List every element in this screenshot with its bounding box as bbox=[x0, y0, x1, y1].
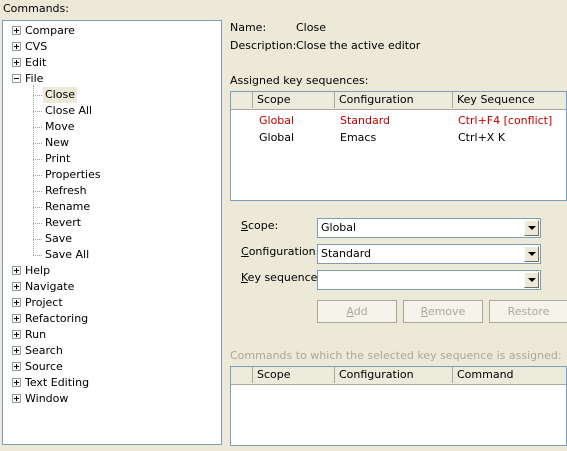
column-key-sequence[interactable]: Key Sequence bbox=[453, 92, 566, 108]
assigned-key-sequences-label: Assigned key sequences: bbox=[230, 74, 369, 87]
cell-scope: Global bbox=[259, 131, 295, 144]
chevron-down-icon[interactable] bbox=[524, 272, 539, 288]
tree-item-help[interactable]: Help bbox=[3, 263, 213, 279]
expand-icon[interactable] bbox=[12, 42, 21, 51]
configuration-dropdown[interactable]: Standard bbox=[317, 244, 541, 264]
commands-assigned-label: Commands to which the selected key seque… bbox=[230, 349, 562, 362]
tree-item-refactoring[interactable]: Refactoring bbox=[3, 311, 213, 327]
tree-item-source[interactable]: Source bbox=[3, 359, 213, 375]
expand-icon[interactable] bbox=[12, 346, 21, 355]
tree-item-run[interactable]: Run bbox=[3, 327, 213, 343]
tree-item-search[interactable]: Search bbox=[3, 343, 213, 359]
column-scope[interactable]: Scope bbox=[253, 367, 335, 383]
cell-configuration: Standard bbox=[340, 114, 391, 127]
tree-connector bbox=[33, 95, 42, 96]
add-button[interactable]: Add bbox=[317, 300, 397, 323]
tree-connector bbox=[33, 207, 42, 208]
scope-dropdown[interactable]: Global bbox=[317, 218, 541, 238]
cell-key-sequence: Ctrl+F4 [conflict] bbox=[458, 114, 553, 127]
cell-scope: Global bbox=[259, 114, 295, 127]
column-scope[interactable]: Scope bbox=[253, 92, 335, 108]
configuration-value: Standard bbox=[321, 247, 372, 260]
expand-icon[interactable] bbox=[12, 26, 21, 35]
cell-configuration: Emacs bbox=[340, 131, 377, 144]
tree-connector bbox=[33, 191, 42, 192]
tree-connector bbox=[33, 159, 42, 160]
cell-key-sequence: Ctrl+X K bbox=[458, 131, 506, 144]
tree-item-window[interactable]: Window bbox=[3, 391, 213, 407]
tree-connector bbox=[33, 127, 42, 128]
chevron-down-icon[interactable] bbox=[524, 220, 539, 236]
chevron-down-icon[interactable] bbox=[524, 246, 539, 262]
tree-item-text-editing[interactable]: Text Editing bbox=[3, 375, 213, 391]
tree-item-edit[interactable]: Edit bbox=[3, 55, 213, 71]
table-row[interactable]: Global Standard Ctrl+F4 [conflict] bbox=[231, 112, 566, 129]
configuration-label: Configuration: bbox=[241, 245, 320, 258]
table-header: Scope Configuration Key Sequence bbox=[231, 92, 566, 110]
description-label: Description: bbox=[230, 39, 297, 52]
tree-connector bbox=[33, 85, 34, 255]
tree-connector bbox=[33, 255, 42, 256]
column-configuration[interactable]: Configuration bbox=[335, 367, 453, 383]
expand-icon[interactable] bbox=[12, 298, 21, 307]
tree-connector bbox=[33, 223, 42, 224]
commands-tree[interactable]: Compare CVS Edit File Close Close All Move New P… bbox=[2, 20, 222, 445]
name-value: Close bbox=[296, 21, 326, 34]
commands-label: Commands: bbox=[3, 2, 69, 15]
table-row[interactable]: Global Emacs Ctrl+X K bbox=[231, 129, 566, 146]
tree-item-file[interactable]: File bbox=[3, 71, 213, 87]
expand-icon[interactable] bbox=[12, 330, 21, 339]
column-configuration[interactable]: Configuration bbox=[335, 92, 453, 108]
table-header: Scope Configuration Command bbox=[231, 367, 566, 385]
tree-connector bbox=[33, 239, 42, 240]
expand-icon[interactable] bbox=[12, 266, 21, 275]
scope-label: Scope: bbox=[241, 219, 279, 232]
tree-connector bbox=[33, 175, 42, 176]
expand-icon[interactable] bbox=[12, 58, 21, 67]
expand-icon[interactable] bbox=[12, 362, 21, 371]
expand-icon[interactable] bbox=[12, 394, 21, 403]
tree-connector bbox=[33, 111, 42, 112]
column-command[interactable]: Command bbox=[453, 367, 566, 383]
commands-assigned-table[interactable]: Scope Configuration Command bbox=[230, 366, 567, 446]
expand-icon[interactable] bbox=[12, 314, 21, 323]
tree-item-navigate[interactable]: Navigate bbox=[3, 279, 213, 295]
tree-item-project[interactable]: Project bbox=[3, 295, 213, 311]
tree-item-cvs[interactable]: CVS bbox=[3, 39, 213, 55]
tree-item-compare[interactable]: Compare bbox=[3, 23, 213, 39]
scope-value: Global bbox=[321, 221, 357, 234]
key-sequence-label: Key sequence: bbox=[241, 271, 322, 284]
name-label: Name: bbox=[230, 21, 267, 34]
key-sequence-combo[interactable] bbox=[317, 270, 541, 290]
header-spacer bbox=[231, 367, 253, 383]
tree-connector bbox=[33, 143, 42, 144]
expand-icon[interactable] bbox=[12, 378, 21, 387]
header-spacer bbox=[231, 92, 253, 108]
restore-button[interactable]: Restore bbox=[489, 300, 567, 323]
expand-icon[interactable] bbox=[12, 282, 21, 291]
assigned-key-sequences-table[interactable]: Scope Configuration Key Sequence Global … bbox=[230, 91, 567, 201]
description-value: Close the active editor bbox=[296, 39, 421, 52]
remove-button[interactable]: Remove bbox=[403, 300, 483, 323]
collapse-icon[interactable] bbox=[12, 74, 21, 83]
